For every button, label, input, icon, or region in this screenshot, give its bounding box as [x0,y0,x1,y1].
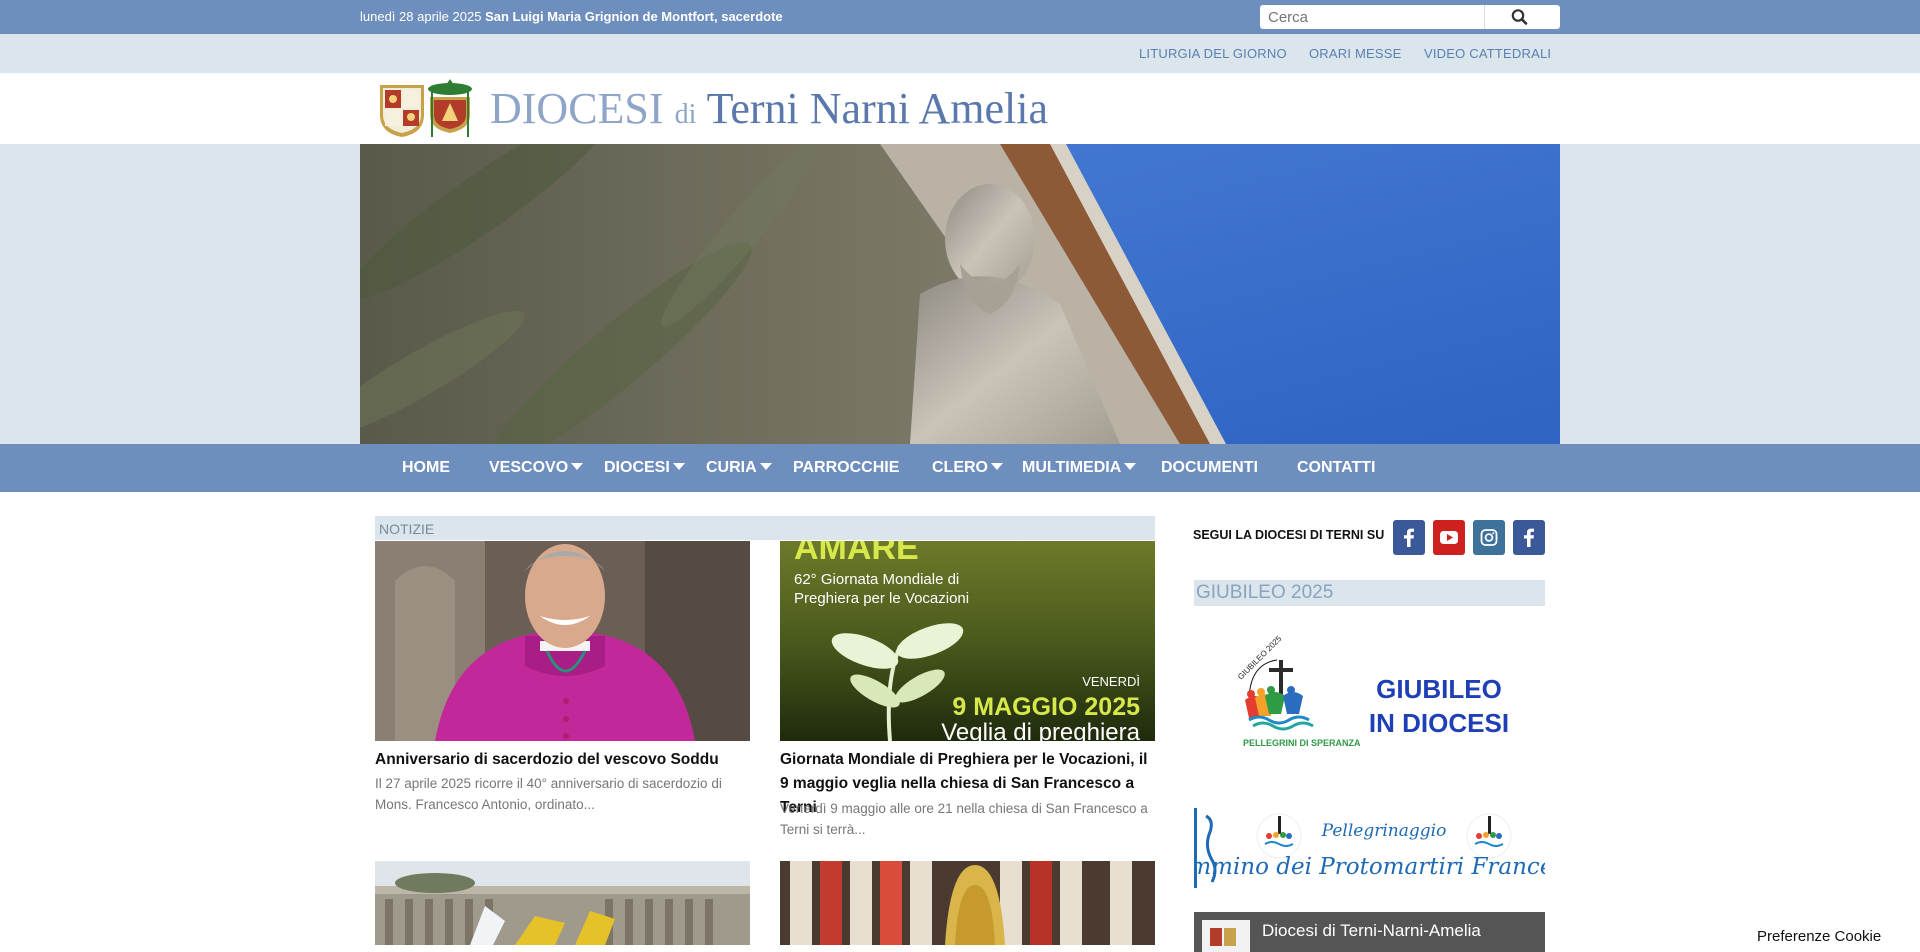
nav-vescovo[interactable]: VESCOVO [489,459,584,477]
video-channel-name: Diocesi di Terni-Narni-Amelia [1262,921,1481,940]
logo-name: Terni Narni Amelia [706,84,1049,133]
nav-documenti[interactable]: DOCUMENTI [1161,459,1258,477]
article-image-bishop[interactable] [375,541,750,741]
news-heading: NOTIZIE [375,516,1155,540]
pilgrimage-title: Cammino dei Protomartiri Francescani [1194,854,1545,880]
nav-contatti[interactable]: CONTATTI [1297,459,1376,477]
nav-diocesi[interactable]: DIOCESI [604,459,685,477]
top-bar: lunedì 28 aprile 2025 San Luigi Maria Gr… [0,0,1920,34]
article-image-candele[interactable] [780,861,1155,945]
poster-event: Veglia di preghiera [941,719,1140,741]
logo-diocesi: DIOCESI [490,84,664,133]
nav-curia[interactable]: CURIA [706,459,772,477]
giubileo-subtitle: IN DIOCESI [1369,708,1509,738]
subnav-video-cattedrali[interactable]: VIDEO CATTEDRALI [1424,46,1551,61]
facebook-icon [1524,528,1534,547]
hero-image [360,144,1560,444]
current-date: lunedì 28 aprile 2025 [360,9,482,24]
site-logo-text[interactable]: DIOCESI di Terni Narni Amelia [490,83,1048,134]
nav-parrocchie[interactable]: PARROCCHIE [793,459,899,477]
poster-line2: Preghiera per le Vocazioni [794,590,969,607]
article-image-vocazioni[interactable]: AMARE 62° Giornata Mondiale di Preghiera… [780,541,1155,741]
article-title[interactable]: Anniversario di sacerdozio del vescovo S… [375,748,750,772]
cookie-preferences-link[interactable]: Preferenze Cookie [1757,928,1881,945]
nav-home[interactable]: HOME [402,459,450,477]
nav-multimedia[interactable]: MULTIMEDIA [1022,459,1137,477]
nav-parrocchie-label: PARROCCHIE [793,459,900,476]
logo-di: di [674,99,697,130]
youtube-icon [1440,531,1458,544]
giubileo-heading-label: GIUBILEO 2025 [1196,582,1334,603]
cammino-protomartiri-banner[interactable]: Pellegrinaggio Cammino dei Protomartiri … [1158,808,1614,888]
nav-home-label: HOME [402,459,450,476]
youtube-button[interactable] [1433,520,1465,555]
subnav-orari-messe[interactable]: ORARI MESSE [1309,46,1402,61]
search-icon [1511,9,1528,25]
nav-clero[interactable]: CLERO [932,459,1003,477]
saint-of-day: San Luigi Maria Grignion de Montfort, sa… [485,9,783,24]
chevron-down-icon [759,463,772,470]
instagram-icon [1480,529,1498,546]
site-header: DIOCESI di Terni Narni Amelia [0,73,1920,144]
nav-curia-label: CURIA [706,459,757,476]
giubileo-in-diocesi-banner[interactable]: GIUBILEO 2025 PELLEGRINI DI SPERANZA GIU… [1194,630,1545,770]
chevron-down-icon [1124,463,1137,470]
follow-label: SEGUI LA DIOCESI DI TERNI SU [1193,528,1385,542]
nav-contatti-label: CONTATTI [1297,459,1376,476]
search-input[interactable] [1260,5,1485,29]
news-heading-label: NOTIZIE [379,521,435,537]
poster-day: VENERDÌ [1082,674,1140,689]
subnav-liturgia[interactable]: LITURGIA DEL GIORNO [1139,46,1287,61]
article-image-piazza[interactable] [375,861,750,945]
nav-clero-label: CLERO [932,459,988,476]
nav-multimedia-label: MULTIMEDIA [1022,459,1122,476]
chevron-down-icon [672,463,685,470]
facebook-button[interactable] [1513,520,1545,555]
main-nav: HOME VESCOVO DIOCESI CURIA PARROCCHIE CL… [0,444,1920,492]
poster-date: 9 MAGGIO 2025 [952,693,1140,721]
poster-line1: 62° Giornata Mondiale di [794,571,959,588]
channel-avatar [1202,920,1250,952]
chevron-down-icon [571,463,584,470]
jubilee-ring-bottom: PELLEGRINI DI SPERANZA [1243,738,1361,748]
article-excerpt: Il 27 aprile 2025 ricorre il 40° anniver… [375,776,722,812]
facebook-icon [1404,528,1414,547]
search-box [1260,5,1560,29]
nav-documenti-label: DOCUMENTI [1161,459,1258,476]
youtube-video-embed[interactable]: Diocesi di Terni-Narni-Amelia [1194,912,1545,952]
facebook-button[interactable] [1393,520,1425,555]
nav-diocesi-label: DIOCESI [604,459,670,476]
giubileo-heading: GIUBILEO 2025 [1194,580,1545,606]
instagram-button[interactable] [1473,520,1505,555]
nav-vescovo-label: VESCOVO [489,459,569,476]
pilgrimage-label: Pellegrinaggio [1321,821,1447,841]
poster-amare: AMARE [794,541,919,567]
giubileo-title: GIUBILEO [1376,674,1502,704]
article-excerpt: Venerdì 9 maggio alle ore 21 nella chies… [780,801,1148,837]
diocese-coat-of-arms[interactable] [378,77,480,139]
date-line: lunedì 28 aprile 2025 San Luigi Maria Gr… [360,9,783,24]
secondary-nav: LITURGIA DEL GIORNO ORARI MESSE VIDEO CA… [0,34,1920,73]
chevron-down-icon [991,463,1003,470]
search-button[interactable] [1500,8,1540,26]
